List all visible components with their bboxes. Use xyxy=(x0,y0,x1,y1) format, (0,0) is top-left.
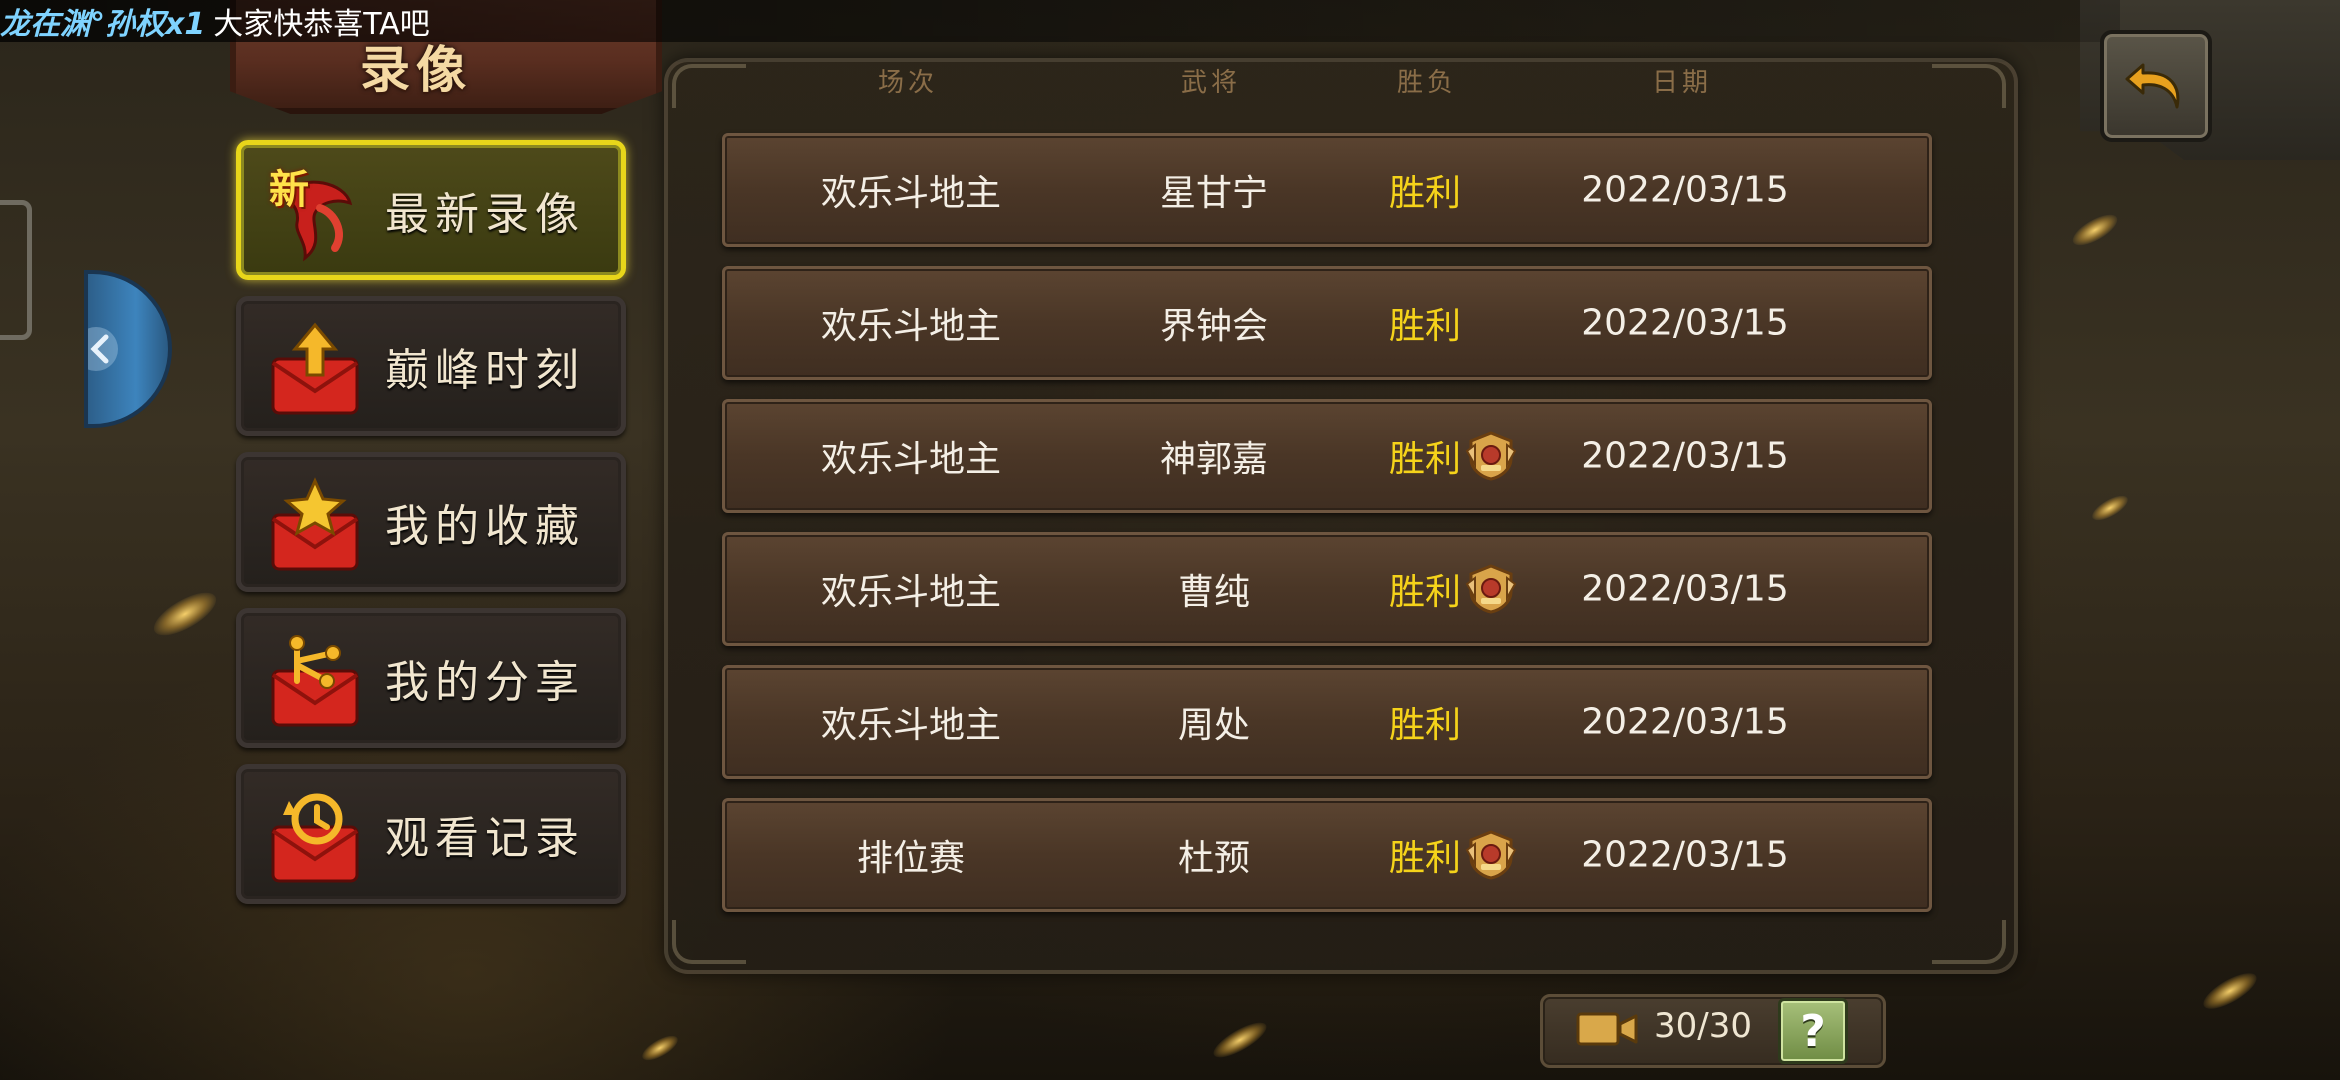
row-result: 胜利 xyxy=(1389,696,1461,748)
row-mode: 欢乐斗地主 xyxy=(820,705,1002,746)
game-screen: 龙在渊°孙权x1 大家快恭喜TA吧 录像 新 最新录像 巅峰时刻 我的收藏 我的… xyxy=(0,0,2340,1080)
category-menu: 新 最新录像 巅峰时刻 我的收藏 我的分享 观看记录 xyxy=(236,140,626,920)
row-result: 胜利 xyxy=(1389,829,1517,881)
row-result-text: 胜利 xyxy=(1389,439,1462,480)
header-result: 胜负 xyxy=(1396,68,1458,98)
marquee-player-name: 龙在渊°孙权x1 xyxy=(0,7,206,42)
star-envelope-icon xyxy=(271,477,359,571)
history-envelope-icon xyxy=(271,793,359,883)
menu-item-favorites[interactable]: 我的收藏 xyxy=(236,452,626,592)
row-result-text: 胜利 xyxy=(1389,306,1462,347)
announcement-marquee: 龙在渊°孙权x1 大家快恭喜TA吧 xyxy=(0,0,2120,42)
mvp-badge-icon xyxy=(1465,431,1517,481)
row-result: 胜利 xyxy=(1389,563,1517,615)
sparkle-decoration xyxy=(147,584,223,644)
panel-corner-decoration xyxy=(1932,920,2006,964)
row-result-text: 胜利 xyxy=(1389,705,1462,746)
video-camera-icon xyxy=(1576,1012,1638,1046)
header-general: 武将 xyxy=(1180,68,1242,98)
row-result: 胜利 xyxy=(1389,430,1517,482)
row-date: 2022/03/15 xyxy=(1581,435,1789,477)
table-row[interactable]: 排位赛 杜预 胜利 2022/03/15 xyxy=(722,798,1932,912)
help-button[interactable]: ? xyxy=(1778,998,1848,1064)
table-header: 场次 武将 胜负 日期 xyxy=(664,62,2010,112)
row-mode: 欢乐斗地主 xyxy=(820,572,1002,613)
row-result: 胜利 xyxy=(1389,297,1461,349)
row-general: 界钟会 xyxy=(1159,306,1269,347)
table-row[interactable]: 欢乐斗地主 界钟会 胜利 2022/03/15 xyxy=(722,266,1932,380)
peak-envelope-icon xyxy=(271,322,359,415)
chevron-left-icon xyxy=(88,327,118,371)
return-arrow-icon xyxy=(2125,63,2180,109)
header-date: 日期 xyxy=(1651,68,1713,98)
row-general: 神郭嘉 xyxy=(1159,439,1269,480)
row-date: 2022/03/15 xyxy=(1581,302,1789,344)
row-date: 2022/03/15 xyxy=(1581,701,1789,743)
row-general: 曹纯 xyxy=(1177,572,1251,613)
sparkle-decoration xyxy=(1209,1016,1271,1064)
row-general: 周处 xyxy=(1177,705,1251,746)
row-mode: 欢乐斗地主 xyxy=(820,439,1002,480)
new-badge: 新 xyxy=(269,166,309,213)
sparkle-decoration xyxy=(638,1031,682,1065)
row-mode: 欢乐斗地主 xyxy=(820,306,1002,347)
menu-item-shares[interactable]: 我的分享 xyxy=(236,608,626,748)
replay-rows: 欢乐斗地主 星甘宁 胜利 2022/03/15 欢乐斗地主 界钟会 胜利 202… xyxy=(722,133,1932,931)
menu-item-label: 观看记录 xyxy=(385,813,585,864)
row-date: 2022/03/15 xyxy=(1581,834,1789,876)
collapse-sidebar-button[interactable] xyxy=(84,270,172,428)
sparkle-decoration xyxy=(2198,966,2262,1016)
table-row[interactable]: 欢乐斗地主 神郭嘉 胜利 2022/03/15 xyxy=(722,399,1932,513)
back-button[interactable] xyxy=(2100,30,2212,142)
row-result: 胜利 xyxy=(1389,164,1461,216)
row-date: 2022/03/15 xyxy=(1581,568,1789,610)
sparkle-decoration xyxy=(2068,208,2122,252)
table-row[interactable]: 欢乐斗地主 星甘宁 胜利 2022/03/15 xyxy=(722,133,1932,247)
menu-item-history[interactable]: 观看记录 xyxy=(236,764,626,904)
row-result-text: 胜利 xyxy=(1389,173,1462,214)
side-frame-decoration xyxy=(0,200,32,340)
row-result-text: 胜利 xyxy=(1389,572,1462,613)
menu-item-label: 我的收藏 xyxy=(385,501,585,552)
menu-item-latest[interactable]: 新 最新录像 xyxy=(236,140,626,280)
row-general: 星甘宁 xyxy=(1159,173,1269,214)
sparkle-decoration xyxy=(2088,491,2132,525)
menu-item-label: 我的分享 xyxy=(385,657,585,708)
row-mode: 欢乐斗地主 xyxy=(820,173,1002,214)
row-result-text: 胜利 xyxy=(1389,838,1462,879)
marquee-message: 大家快恭喜TA吧 xyxy=(213,7,430,42)
header-mode: 场次 xyxy=(877,68,939,98)
replay-counter: 30/30 xyxy=(1654,1006,1752,1046)
table-row[interactable]: 欢乐斗地主 周处 胜利 2022/03/15 xyxy=(722,665,1932,779)
menu-item-label: 最新录像 xyxy=(385,189,585,240)
row-general: 杜预 xyxy=(1177,838,1251,879)
menu-item-peak[interactable]: 巅峰时刻 xyxy=(236,296,626,436)
mvp-badge-icon xyxy=(1465,830,1517,880)
menu-item-label: 巅峰时刻 xyxy=(385,345,585,396)
row-mode: 排位赛 xyxy=(856,838,966,879)
mvp-badge-icon xyxy=(1465,564,1517,614)
share-envelope-icon xyxy=(271,635,359,727)
row-date: 2022/03/15 xyxy=(1581,169,1789,211)
table-row[interactable]: 欢乐斗地主 曹纯 胜利 2022/03/15 xyxy=(722,532,1932,646)
